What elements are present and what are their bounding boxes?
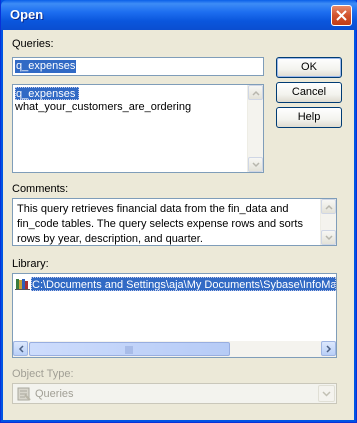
query-name-value: q_expenses: [15, 60, 77, 73]
chevron-up-icon: [252, 90, 260, 96]
chevron-right-icon: [326, 345, 332, 353]
comments-label: Comments:: [12, 183, 69, 195]
library-label: Library:: [12, 258, 49, 270]
window-title: Open: [10, 7, 44, 22]
library-icon: [15, 277, 31, 291]
comments-scroll-down-button[interactable]: [321, 230, 336, 245]
object-type-dropdown[interactable]: Queries: [12, 383, 337, 404]
comments-text: This query retrieves financial data from…: [17, 203, 303, 245]
help-button[interactable]: Help: [276, 107, 342, 128]
close-button[interactable]: [331, 5, 352, 26]
library-horizontal-scrollbar[interactable]: [13, 341, 336, 357]
chevron-down-icon: [252, 162, 260, 168]
open-dialog: Open Queries: q_expenses q_expenses what…: [0, 0, 357, 423]
scroll-up-button[interactable]: [248, 85, 263, 100]
queries-list[interactable]: q_expenses what_your_customers_are_order…: [12, 84, 264, 173]
object-type-label: Object Type:: [12, 368, 74, 380]
chevron-left-icon: [18, 345, 24, 353]
chevron-up-icon: [325, 204, 333, 210]
queries-label: Queries:: [12, 38, 54, 50]
query-list-item-q-expenses[interactable]: q_expenses: [15, 87, 80, 100]
horizontal-scroll-thumb[interactable]: [29, 342, 230, 356]
library-item-path[interactable]: C:\Documents and Settings\aja\My Documen…: [31, 277, 336, 291]
title-bar[interactable]: Open: [1, 0, 357, 30]
scroll-down-button[interactable]: [248, 157, 263, 172]
scroll-right-button[interactable]: [321, 341, 336, 356]
chevron-down-icon: [325, 235, 333, 241]
queries-vertical-scrollbar[interactable]: [247, 85, 263, 172]
query-list-item-what-your-customers-are-ordering[interactable]: what_your_customers_are_ordering: [15, 101, 191, 114]
comments-scroll-up-button[interactable]: [321, 199, 336, 214]
object-type-dropdown-button[interactable]: [318, 385, 335, 402]
scroll-left-button[interactable]: [13, 341, 28, 356]
cancel-button[interactable]: Cancel: [276, 82, 342, 103]
library-list[interactable]: C:\Documents and Settings\aja\My Documen…: [12, 273, 337, 358]
comments-vertical-scrollbar[interactable]: [320, 199, 336, 245]
comments-box[interactable]: This query retrieves financial data from…: [12, 198, 337, 246]
chevron-down-icon: [322, 391, 331, 397]
ok-button[interactable]: OK: [276, 57, 342, 78]
grip-icon: [125, 346, 133, 354]
queries-icon: [16, 386, 32, 402]
close-icon: [336, 10, 347, 21]
object-type-value: Queries: [35, 388, 74, 400]
